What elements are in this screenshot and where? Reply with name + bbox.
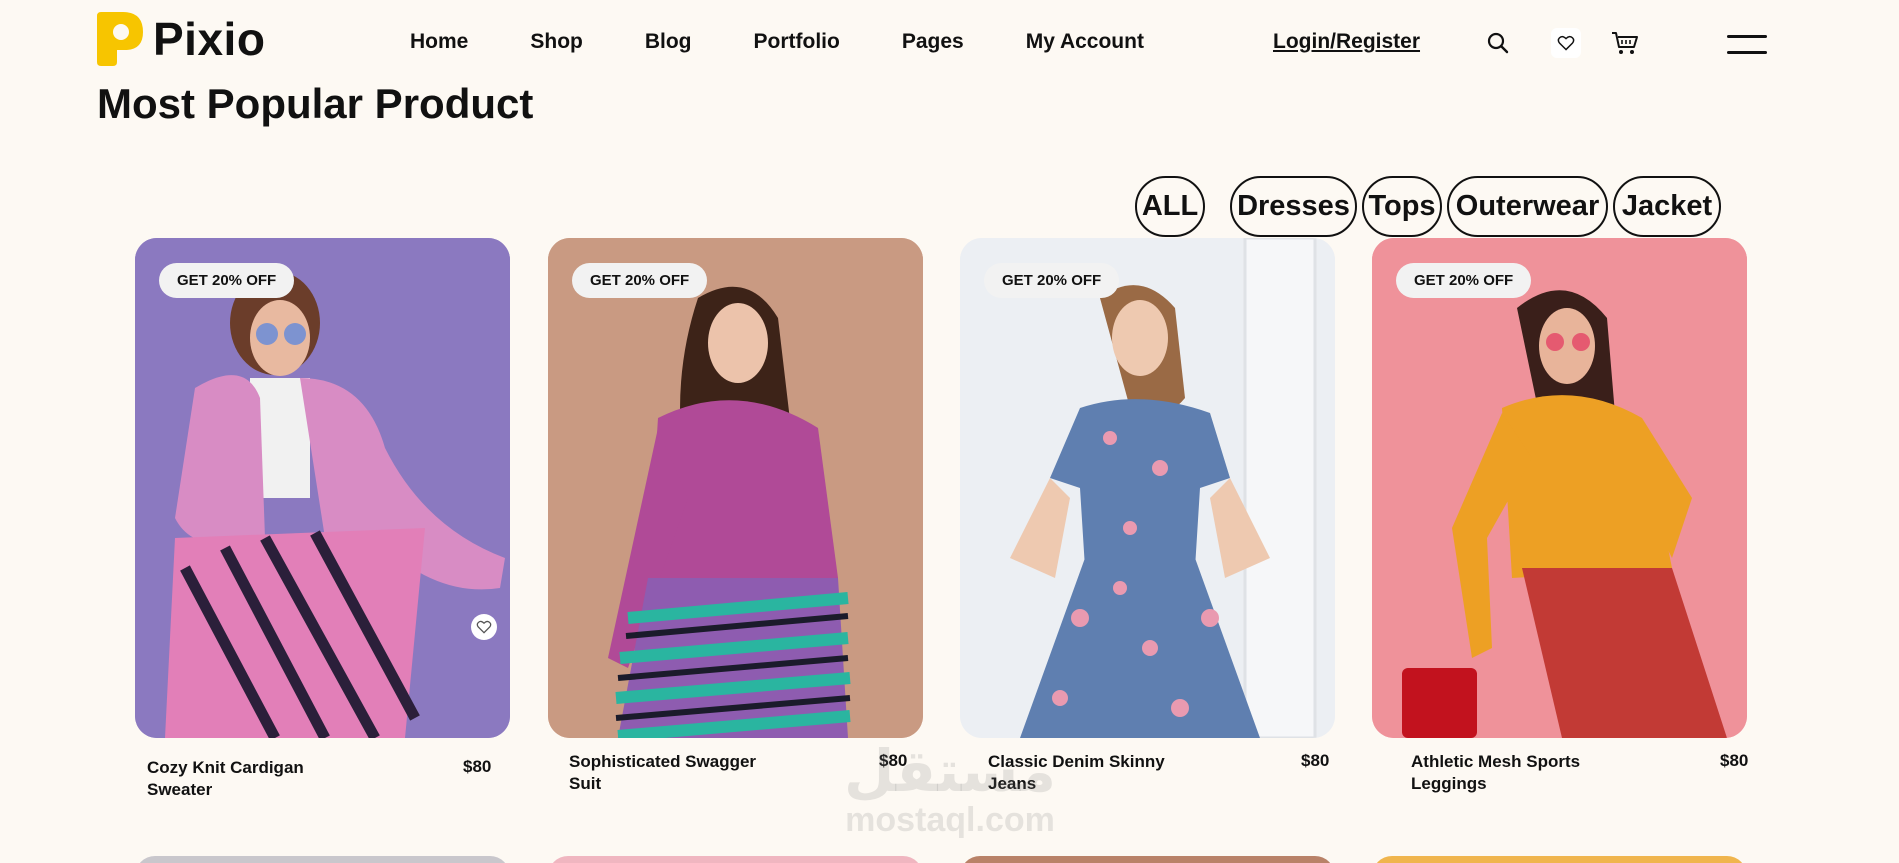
wishlist-button[interactable] bbox=[1551, 28, 1581, 58]
product-name[interactable]: Athletic Mesh Sports Leggings bbox=[1411, 751, 1631, 795]
watermark: مستقل mostaql.com bbox=[835, 739, 1065, 839]
search-button[interactable] bbox=[1483, 28, 1513, 58]
product-photo bbox=[960, 238, 1335, 738]
nav-my-account[interactable]: My Account bbox=[1026, 30, 1144, 54]
product-card-image[interactable]: GET 20% OFF bbox=[960, 238, 1335, 738]
page: Pixio Home Shop Blog Portfolio Pages My … bbox=[0, 0, 1899, 863]
product-name[interactable]: Sophisticated Swagger Suit bbox=[569, 751, 789, 795]
nav-home[interactable]: Home bbox=[410, 30, 468, 54]
product-photo bbox=[1372, 238, 1747, 738]
brand-name: Pixio bbox=[153, 13, 266, 65]
nav-blog[interactable]: Blog bbox=[645, 30, 692, 54]
logo-mark-icon bbox=[97, 12, 143, 66]
nav-shop[interactable]: Shop bbox=[530, 30, 583, 54]
brand-logo[interactable]: Pixio bbox=[97, 12, 265, 66]
filter-outerwear[interactable]: Outerwear bbox=[1447, 176, 1608, 237]
filter-tops[interactable]: Tops bbox=[1362, 176, 1442, 237]
discount-badge: GET 20% OFF bbox=[572, 263, 708, 298]
product-price: $80 bbox=[463, 757, 492, 776]
watermark-latin: mostaql.com bbox=[845, 801, 1055, 839]
product-card-image[interactable]: GET 20% OFF bbox=[548, 238, 923, 738]
search-icon bbox=[1487, 32, 1509, 54]
login-register-link[interactable]: Login/Register bbox=[1273, 30, 1420, 54]
wishlist-toggle[interactable] bbox=[471, 614, 497, 640]
product-card-next-row[interactable] bbox=[548, 856, 923, 863]
product-photo bbox=[548, 238, 923, 738]
product-photo bbox=[135, 238, 510, 738]
section-title: Most Popular Product bbox=[97, 80, 534, 127]
category-filters: ALL Dresses Tops Outerwear Jacket bbox=[1135, 176, 1721, 237]
discount-badge: GET 20% OFF bbox=[984, 263, 1120, 298]
product-card-next-row[interactable] bbox=[1372, 856, 1747, 863]
product-card-next-row[interactable] bbox=[135, 856, 510, 863]
cart-icon bbox=[1612, 32, 1638, 54]
nav-pages[interactable]: Pages bbox=[902, 30, 964, 54]
product-card-image[interactable]: GET 20% OFF bbox=[135, 238, 510, 738]
heart-icon bbox=[476, 620, 492, 634]
menu-icon[interactable] bbox=[1727, 35, 1767, 57]
heart-icon bbox=[1557, 35, 1575, 51]
filter-dresses[interactable]: Dresses bbox=[1230, 176, 1357, 237]
filter-all[interactable]: ALL bbox=[1135, 176, 1205, 237]
cart-button[interactable] bbox=[1610, 28, 1640, 58]
product-name[interactable]: Cozy Knit Cardigan Sweater bbox=[147, 757, 367, 801]
product-card-image[interactable]: GET 20% OFF bbox=[1372, 238, 1747, 738]
product-card-next-row[interactable] bbox=[960, 856, 1335, 863]
watermark-arabic: مستقل bbox=[843, 739, 1057, 804]
discount-badge: GET 20% OFF bbox=[159, 263, 295, 298]
filter-jacket[interactable]: Jacket bbox=[1613, 176, 1721, 237]
nav-portfolio[interactable]: Portfolio bbox=[754, 30, 840, 54]
discount-badge: GET 20% OFF bbox=[1396, 263, 1532, 298]
product-price: $80 bbox=[1720, 751, 1749, 770]
main-nav: Home Shop Blog Portfolio Pages My Accoun… bbox=[410, 30, 1206, 54]
product-price: $80 bbox=[1301, 751, 1330, 770]
